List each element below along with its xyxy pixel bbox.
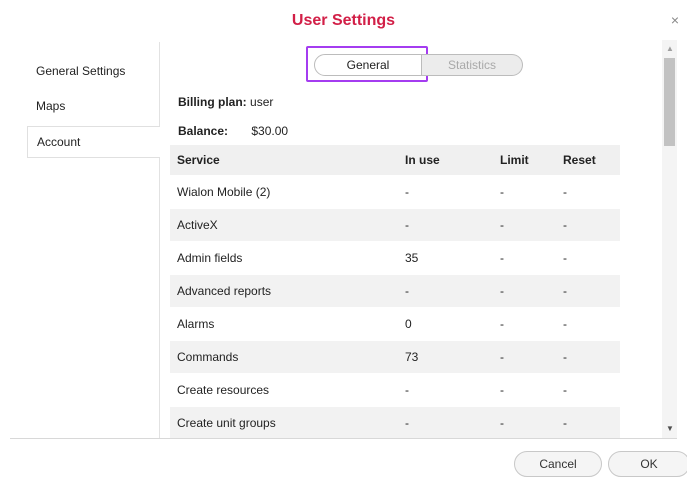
billing-plan-label: Billing plan: (178, 95, 247, 109)
limit-value: - (500, 383, 504, 397)
cancel-button[interactable]: Cancel (514, 451, 602, 477)
balance-value: $30.00 (251, 124, 289, 138)
sidebar-item-general-settings[interactable]: General Settings (27, 56, 159, 87)
scrollbar-thumb[interactable] (664, 58, 675, 146)
scroll-down-arrow-icon[interactable]: ▼ (666, 424, 674, 433)
limit-value: - (500, 251, 504, 265)
ok-button[interactable]: OK (608, 451, 687, 477)
service-name: Wialon Mobile (2) (177, 185, 271, 199)
limit-value: - (500, 350, 504, 364)
in-use-value: - (405, 185, 409, 199)
table-row: ActiveX - - - (170, 209, 620, 242)
dialog-title: User Settings (291, 12, 396, 29)
header-in-use: In use (405, 153, 440, 167)
service-name: Alarms (177, 317, 215, 331)
service-name: Create unit groups (177, 416, 276, 430)
table-row: Admin fields 35 - - (170, 242, 620, 275)
reset-value: - (563, 218, 567, 232)
in-use-value: - (405, 416, 409, 430)
in-use-value: 73 (405, 350, 419, 364)
reset-value: - (563, 251, 567, 265)
tab-switcher: General Statistics (314, 54, 523, 76)
reset-value: - (563, 284, 567, 298)
tab-general[interactable]: General (314, 54, 422, 76)
close-icon[interactable]: × (671, 13, 679, 27)
in-use-value: - (405, 218, 409, 232)
user-settings-dialog: User Settings × General Settings Maps Ac… (0, 0, 687, 484)
settings-sidebar: General Settings Maps Account (27, 42, 160, 438)
table-header-row: Service In use Limit Reset (170, 145, 620, 176)
header-reset: Reset (563, 153, 596, 167)
balance-label: Balance: (178, 124, 229, 138)
limit-value: - (500, 218, 504, 232)
table-row: Alarms 0 - - (170, 308, 620, 341)
table-row: Commands 73 - - (170, 341, 620, 374)
table-row: Wialon Mobile (2) - - - (170, 176, 620, 209)
service-name: Advanced reports (177, 284, 272, 298)
service-name: Create resources (177, 383, 270, 397)
billing-plan-value: user (250, 95, 274, 109)
reset-value: - (563, 416, 567, 430)
service-name: ActiveX (177, 218, 218, 232)
balance-line: Balance: $30.00 (178, 124, 288, 138)
in-use-value: - (405, 284, 409, 298)
limit-value: - (500, 416, 504, 430)
reset-value: - (563, 185, 567, 199)
in-use-value: 35 (405, 251, 419, 265)
header-limit: Limit (500, 153, 529, 167)
footer-divider (10, 438, 677, 439)
billing-plan-line: Billing plan: user (178, 95, 273, 109)
tab-statistics[interactable]: Statistics (422, 54, 523, 76)
limit-value: - (500, 185, 504, 199)
sidebar-item-account[interactable]: Account (27, 126, 160, 158)
table-row: Advanced reports - - - (170, 275, 620, 308)
reset-value: - (563, 383, 567, 397)
limit-value: - (500, 317, 504, 331)
scroll-up-arrow-icon[interactable]: ▲ (666, 44, 674, 53)
table-row: Create unit groups - - - (170, 407, 620, 438)
sidebar-item-maps[interactable]: Maps (27, 91, 159, 122)
reset-value: - (563, 350, 567, 364)
reset-value: - (563, 317, 567, 331)
limit-value: - (500, 284, 504, 298)
service-name: Admin fields (177, 251, 243, 265)
in-use-value: - (405, 383, 409, 397)
vertical-scrollbar[interactable]: ▲ ▼ (662, 40, 677, 438)
service-name: Commands (177, 350, 239, 364)
header-service: Service (177, 153, 220, 167)
in-use-value: 0 (405, 317, 412, 331)
services-table: Service In use Limit Reset Wialon Mobile… (170, 145, 620, 438)
services-table-viewport: Service In use Limit Reset Wialon Mobile… (170, 145, 620, 438)
table-row: Create resources - - - (170, 374, 620, 407)
